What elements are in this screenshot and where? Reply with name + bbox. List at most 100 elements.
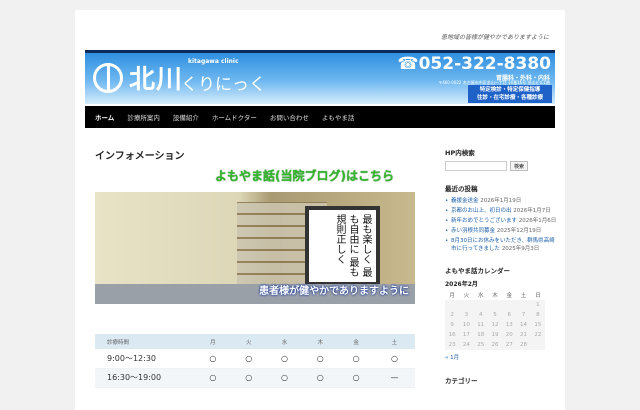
logo-kana: くりにっく	[181, 75, 266, 95]
calendar-day: 23	[445, 340, 460, 350]
calendar-day	[502, 300, 517, 310]
column-header: 診療時間	[95, 334, 195, 349]
post-link[interactable]: 赤い羽根共同募金	[451, 228, 495, 234]
calendar-day	[445, 300, 460, 310]
calendar-day: 8	[530, 310, 545, 320]
blog-link[interactable]: よもやま話(当院ブログ)はこちら	[215, 167, 394, 184]
calendar-week: 23 24 25 26 27 28	[445, 340, 545, 350]
weekday: 土	[520, 293, 527, 299]
logo-name: 北川	[129, 65, 184, 95]
weekday: 金	[506, 293, 513, 299]
calendar-day: 27	[502, 340, 517, 350]
calendar-day: 3	[459, 310, 474, 320]
photo-caption: 患者様が健やかでありますように	[259, 286, 409, 297]
calendar-day: 7	[516, 310, 531, 320]
calendar-day: 15	[530, 320, 545, 330]
calendar-day: 11	[473, 320, 488, 330]
header-banner[interactable]: 北川 kitagawa clinic くりにっく ☎052-322-8380 胃…	[85, 50, 555, 104]
post-link[interactable]: 義援金送金	[451, 198, 479, 204]
calendar-week: 16 17 18 19 20 21 22	[445, 330, 545, 340]
calendar-day: 13	[502, 320, 517, 330]
cell: ○	[266, 368, 303, 388]
hours-table: 診療時間 月 火 水 木 金 土 9:00〜12:30 ○ ○ ○ ○ ○ ○ …	[95, 334, 415, 388]
column-header: 火	[230, 334, 267, 349]
calendar-month: 2026年2月	[445, 281, 478, 288]
page-title: インフォメーション	[95, 151, 185, 162]
post-item: 新年おめでとうございます 2026年1月6日	[445, 217, 560, 225]
calendar-day	[487, 300, 503, 310]
nav-home-doctor[interactable]: ホームドクター	[212, 112, 257, 122]
column-header: 金	[338, 334, 374, 349]
site-tagline: 患地域の皆様が健やかでありますように	[441, 34, 549, 41]
cell: ○	[302, 349, 339, 369]
clinic-logo-icon	[93, 63, 123, 93]
calendar-day: 9	[445, 320, 460, 330]
calendar-day: 6	[502, 310, 517, 320]
calendar-day: 17	[459, 330, 474, 340]
post-link[interactable]: 京都のお山上、初日の出	[451, 208, 512, 214]
post-link[interactable]: 新年おめでとうございます	[451, 218, 517, 224]
post-item: 京都のお山上、初日の出 2026年1月7日	[445, 207, 560, 215]
calendar-day: 16	[445, 330, 460, 340]
search-button[interactable]: 検索	[510, 161, 529, 171]
calendar-day: 25	[473, 340, 488, 350]
calendar-weekdays: 月火水木金土日	[445, 290, 545, 300]
post-date: 2026年1月19日	[480, 198, 522, 204]
calendar-day	[516, 300, 531, 310]
recent-posts-title: 最近の投稿	[445, 185, 478, 193]
calendar-day	[459, 300, 474, 310]
nav-clinic-info[interactable]: 診療所案内	[127, 112, 160, 122]
cell: —	[373, 368, 415, 388]
post-date: 2026年1月6日	[518, 218, 557, 224]
post-item: 義援金送金 2026年1月19日	[445, 197, 560, 205]
calendar-title: よもやま話カレンダー	[445, 267, 510, 275]
search-input[interactable]	[445, 161, 507, 171]
calligraphy-scroll: 最も楽しく 最も自由に 最も規則正しく	[305, 206, 380, 286]
column-header: 月	[195, 334, 231, 349]
cell: ○	[230, 349, 267, 369]
post-item: 赤い羽根共同募金 2025年12月19日	[445, 227, 560, 235]
cell: ○	[266, 349, 303, 369]
calendar-week: 9 10 11 12 13 14 15	[445, 320, 545, 330]
calendar: 月火水木金土日 1 2 3 4 5 6 7 8 9 10 11 12 13 14 15 16 17 18 19 20 21…	[445, 290, 545, 350]
post-date: 2026年1月7日	[513, 208, 551, 214]
nav-home[interactable]: ホーム	[95, 112, 114, 122]
weekday: 火	[463, 293, 470, 299]
cell: ○	[195, 349, 231, 369]
category-title: カテゴリー	[445, 377, 478, 385]
calendar-day	[530, 340, 545, 350]
post-date: 2025年12月19日	[496, 228, 542, 234]
calendar-day: 21	[516, 330, 531, 340]
sidebar: HP内検索 検索 最近の投稿 義援金送金 2026年1月19日京都のお山上、初日…	[445, 147, 560, 389]
nav-equipment[interactable]: 設備紹介	[173, 112, 199, 122]
phone-number: ☎052-322-8380	[397, 54, 551, 74]
service-line: 往診・在宅診療・各種診療	[476, 95, 543, 101]
main-nav: ホーム 診療所案内 設備紹介 ホームドクター お問い合わせ よもやま話	[85, 106, 555, 128]
weekday: 水	[477, 293, 484, 299]
nav-blog[interactable]: よもやま話	[322, 112, 355, 122]
table-row: 9:00〜12:30 ○ ○ ○ ○ ○ ○	[95, 349, 415, 369]
calendar-day: 4	[473, 310, 488, 320]
recent-posts: 義援金送金 2026年1月19日京都のお山上、初日の出 2026年1月7日新年お…	[445, 197, 560, 253]
calendar-day: 1	[530, 300, 545, 310]
nav-contact[interactable]: お問い合わせ	[270, 112, 309, 122]
cell: ○	[230, 368, 267, 388]
search-title: HP内検索	[445, 149, 475, 157]
table-header-row: 診療時間 月 火 水 木 金 土	[95, 334, 415, 349]
clinic-photo[interactable]: 最も楽しく 最も自由に 最も規則正しく 患者様が健やかでありますように	[95, 192, 415, 304]
calendar-day	[473, 300, 488, 310]
logo-english: kitagawa clinic	[188, 58, 239, 65]
calendar-day: 26	[487, 340, 503, 350]
column-header: 木	[302, 334, 339, 349]
calendar-day: 14	[516, 320, 531, 330]
calendar-day: 10	[459, 320, 474, 330]
calendar-day: 28	[516, 340, 531, 350]
calendar-day: 12	[487, 320, 503, 330]
prev-month-link[interactable]: « 1月	[445, 353, 560, 361]
table-row: 16:30〜19:00 ○ ○ ○ ○ ○ —	[95, 368, 415, 388]
calendar-day: 5	[487, 310, 503, 320]
page: 患地域の皆様が健やかでありますように 北川 kitagawa clinic くり…	[75, 10, 565, 410]
cell: ○	[373, 349, 415, 369]
cell: ○	[338, 349, 374, 369]
cell: 9:00〜12:30	[95, 349, 195, 369]
